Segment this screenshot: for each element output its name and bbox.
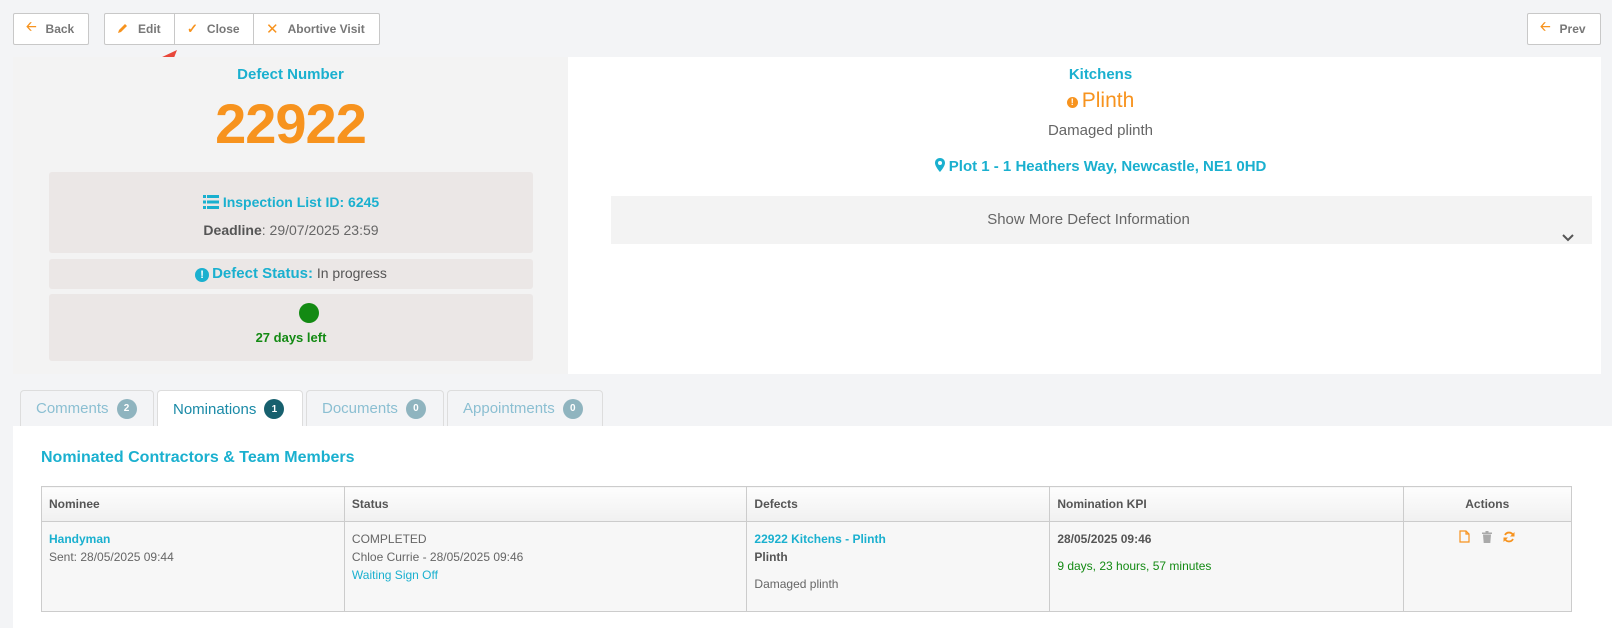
deadline: Deadline: 29/07/2025 23:59	[49, 222, 533, 238]
info-icon: !	[195, 268, 210, 282]
tab-label: Comments	[36, 400, 109, 417]
defect-status-label: Defect Status:	[212, 265, 313, 282]
deadline-value: : 29/07/2025 23:59	[261, 222, 379, 238]
count-badge: 2	[116, 398, 137, 419]
chevron-down-icon	[1562, 229, 1574, 247]
nominations-table: Nominee Status Defects Nomination KPI Ac…	[41, 486, 1573, 612]
waiting-sign-off-link[interactable]: Waiting Sign Off	[352, 566, 740, 584]
back-label: Back	[45, 22, 75, 36]
inspection-list-label: Inspection List ID: 6245	[222, 194, 380, 210]
sent-date: Sent: 28/05/2025 09:44	[49, 550, 174, 564]
column-header-defects[interactable]: Defects	[746, 486, 1051, 522]
list-icon	[202, 195, 219, 212]
column-header-kpi[interactable]: Nomination KPI	[1049, 486, 1404, 522]
pencil-icon	[117, 22, 129, 37]
defect-description: Damaged plinth	[1047, 122, 1154, 139]
defect-subcategory: ! Plinth	[568, 89, 1612, 113]
inspection-box: Inspection List ID: 6245 Deadline: 29/07…	[49, 172, 533, 253]
defect-status: ! Defect Status: In progress	[49, 265, 533, 282]
abortive-label: Abortive Visit	[287, 22, 365, 36]
arrow-left-icon: 🡠	[26, 19, 37, 34]
tab-label: Nominations	[173, 400, 257, 418]
deadline-label: Deadline	[203, 222, 262, 238]
defect-link[interactable]: 22922 Kitchens - Plinth	[754, 530, 1042, 548]
back-button[interactable]: 🡠 Back	[13, 13, 89, 45]
arrow-left-icon: 🡠	[1540, 19, 1551, 34]
times-icon: ✕	[266, 21, 279, 38]
close-button[interactable]: ✓ Close	[174, 13, 254, 45]
tab-documents[interactable]: Documents 0	[306, 390, 444, 426]
exclamation-icon: !	[1066, 97, 1078, 108]
status-box: ! Defect Status: In progress	[49, 259, 533, 289]
defect-number-label: Defect Number	[237, 66, 344, 83]
edit-button[interactable]: Edit	[104, 13, 175, 45]
tab-nominations[interactable]: Nominations 1	[157, 390, 303, 427]
defect-summary-panel: Defect Number 22922 Inspection List ID: …	[13, 57, 568, 374]
map-marker-icon	[934, 158, 949, 175]
tab-comments[interactable]: Comments 2	[20, 390, 154, 426]
abortive-visit-button[interactable]: ✕ Abortive Visit	[253, 13, 380, 45]
edit-label: Edit	[138, 22, 161, 36]
status-by: Chloe Currie - 28/05/2025 09:46	[351, 550, 524, 564]
defect-subcategory-label: Plinth	[1081, 89, 1135, 112]
days-left-box: 27 days left	[49, 294, 533, 361]
tab-label: Appointments	[463, 400, 555, 417]
defect-status-value: In progress	[316, 265, 387, 281]
refresh-icon[interactable]	[1503, 530, 1515, 548]
tab-appointments[interactable]: Appointments 0	[447, 390, 603, 426]
close-label: Close	[206, 22, 240, 36]
tab-label: Documents	[322, 400, 398, 417]
location-link[interactable]: Plot 1 - 1 Heathers Way, Newcastle, NE1 …	[568, 158, 1612, 175]
kpi-date: 28/05/2025 09:46	[1057, 532, 1152, 546]
count-badge: 0	[562, 398, 583, 419]
prev-button[interactable]: 🡠 Prev	[1527, 13, 1601, 45]
section-title: Nominated Contractors & Team Members	[41, 449, 355, 466]
column-header-nominee[interactable]: Nominee	[41, 486, 345, 522]
nomination-status: COMPLETED	[351, 532, 427, 546]
count-badge: 0	[405, 398, 426, 419]
table-row: Handyman Sent: 28/05/2025 09:44 COMPLETE…	[41, 521, 1573, 612]
check-icon: ✓	[187, 21, 198, 36]
column-header-status[interactable]: Status	[343, 486, 748, 522]
table-header-row: Nominee Status Defects Nomination KPI Ac…	[41, 486, 1573, 522]
actions-cell	[1402, 521, 1573, 612]
prev-label: Prev	[1559, 22, 1586, 36]
defect-category: Kitchens	[1068, 66, 1133, 83]
nominee-cell: Handyman Sent: 28/05/2025 09:44	[41, 521, 345, 612]
defect-detail-panel: Kitchens ! Plinth Damaged plinth Plot 1 -…	[568, 57, 1601, 374]
nominations-panel: Nominated Contractors & Team Members Nom…	[13, 426, 1612, 628]
document-icon[interactable]	[1459, 530, 1471, 548]
defect-subcategory-text: Plinth	[754, 550, 788, 564]
column-header-actions: Actions	[1402, 486, 1573, 522]
show-more-label: Show More Defect Information	[987, 211, 1190, 228]
show-more-toggle[interactable]: Show More Defect Information	[611, 196, 1592, 244]
count-badge: 1	[264, 399, 285, 419]
trash-icon[interactable]	[1481, 530, 1492, 548]
status-cell: COMPLETED Chloe Currie - 28/05/2025 09:4…	[343, 521, 748, 612]
inspection-list-link[interactable]: Inspection List ID: 6245	[49, 194, 533, 212]
kpi-cell: 28/05/2025 09:46 9 days, 23 hours, 57 mi…	[1049, 521, 1404, 612]
defect-description-text: Damaged plinth	[754, 577, 839, 591]
kpi-duration: 9 days, 23 hours, 57 minutes	[1057, 559, 1212, 573]
days-left: 27 days left	[255, 330, 327, 345]
status-dot-icon	[299, 303, 319, 323]
defect-number: 22922	[215, 92, 367, 155]
nominee-link[interactable]: Handyman	[49, 530, 337, 548]
defects-cell: 22922 Kitchens - Plinth Plinth Damaged p…	[746, 521, 1051, 612]
location-label: Plot 1 - 1 Heathers Way, Newcastle, NE1 …	[948, 158, 1267, 175]
